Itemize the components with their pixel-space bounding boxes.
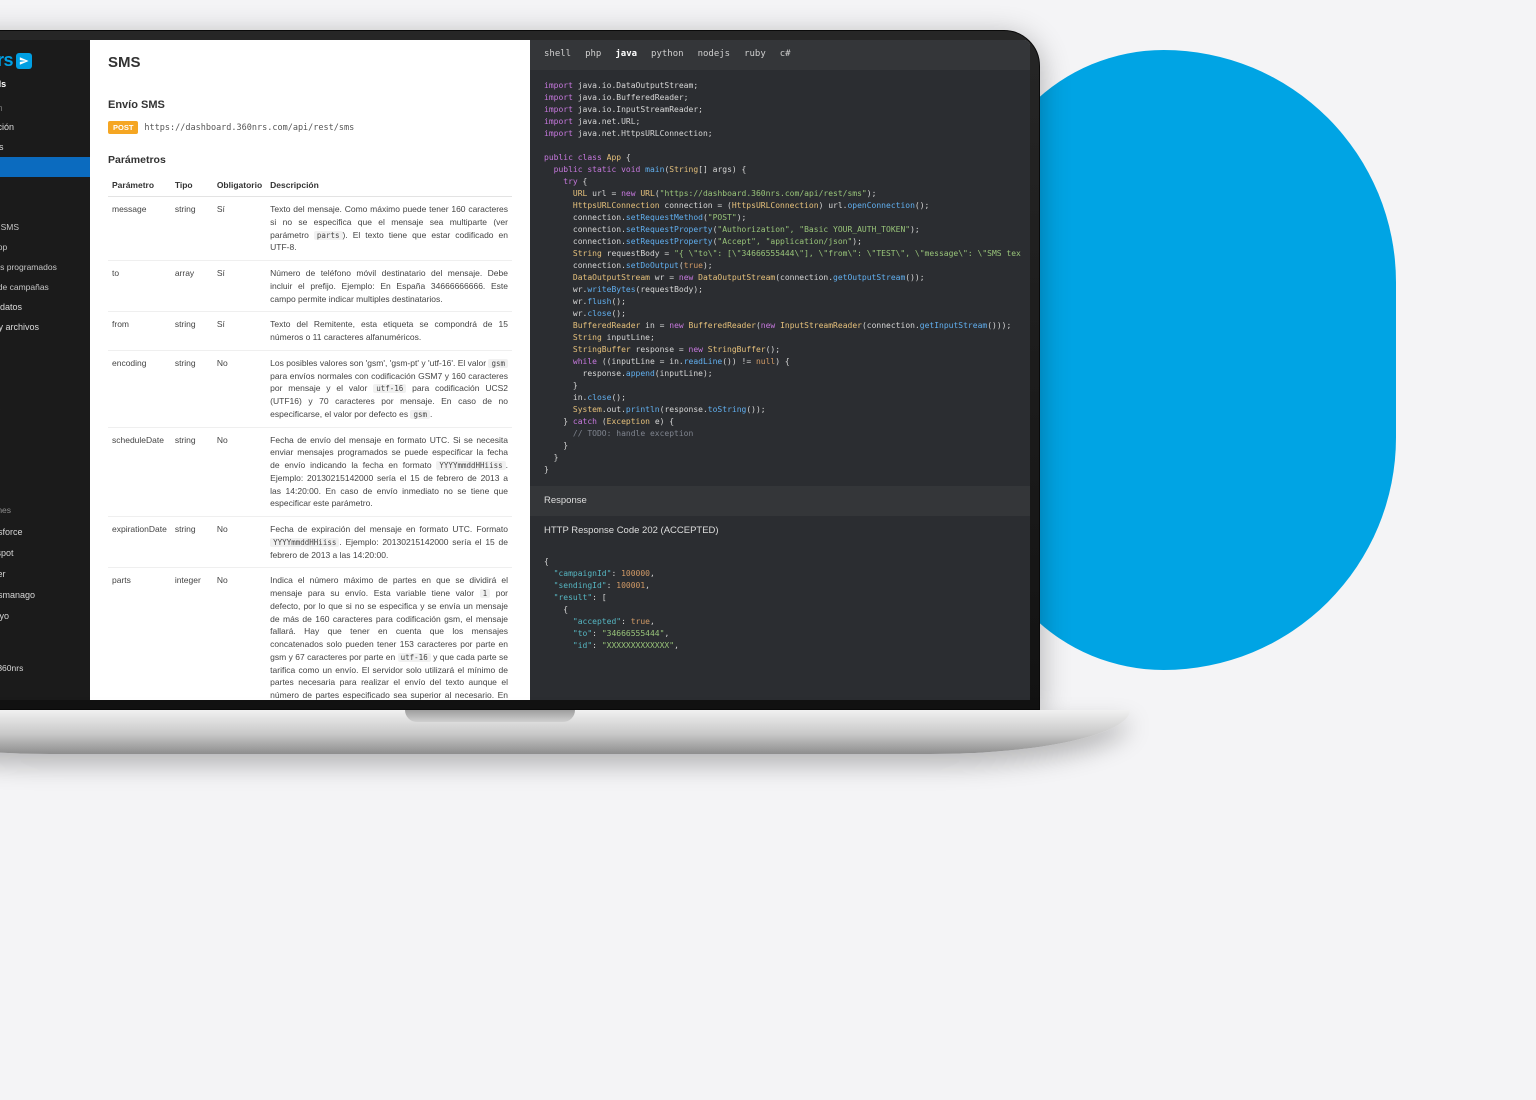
nav-plantillas-y-archivos[interactable]: Plantillas y archivos xyxy=(0,317,90,337)
smpp-header[interactable]: SMPP API xyxy=(0,467,90,489)
section-title: Envío SMS xyxy=(108,99,512,111)
doc-main: SMS Envío SMS POST https://dashboard.360… xyxy=(90,40,530,700)
nav-sub-voz[interactable]: Voz xyxy=(0,197,90,217)
params-heading: Parámetros xyxy=(108,154,512,166)
integration-label: Hubspot xyxy=(0,548,14,558)
integration-label: Zapier xyxy=(0,569,6,579)
nav-sub-listado-de-campañas[interactable]: Listado de campañas xyxy=(0,277,90,297)
logo[interactable]: 360nrs xyxy=(0,40,90,77)
logo-text: 360nrs xyxy=(0,50,13,71)
integration-zapier[interactable]: Zapier xyxy=(0,563,90,584)
nav-errores[interactable]: Errores xyxy=(0,417,90,437)
nav-cobertura[interactable]: Cobertura xyxy=(0,397,90,417)
nav-sub-whatsapp[interactable]: WhatsApp xyxy=(0,237,90,257)
table-row: encodingstringNoLos posibles valores son… xyxy=(108,350,512,427)
nav-bases-de-datos[interactable]: Bases de datos xyxy=(0,297,90,317)
access-link[interactable]: Acceso a 360nrs xyxy=(0,657,90,679)
sidebar-subtitle: REST APIs xyxy=(0,77,90,99)
doc-area: SMS Envío SMS POST https://dashboard.360… xyxy=(90,40,1030,700)
http-method-badge: POST xyxy=(108,121,138,134)
lang-tab-nodejs[interactable]: nodejs xyxy=(698,48,731,62)
nav-sub-landing-sms[interactable]: Landing SMS xyxy=(0,217,90,237)
search-box[interactable] xyxy=(0,99,90,117)
th: Descripción xyxy=(266,174,512,197)
laptop-mockup: 360nrs REST APIs AutenticaciónCampañas S… xyxy=(0,30,1130,754)
nav-sub-mensajes-programados[interactable]: Mensajes programados xyxy=(0,257,90,277)
response-json: { "campaignId": 100000, "sendingId": 100… xyxy=(530,546,1030,662)
th: Tipo xyxy=(171,174,213,197)
nav-otp[interactable]: OTP xyxy=(0,357,90,377)
response-header: Response xyxy=(530,486,1030,516)
integrations-header: Integraciones xyxy=(0,499,90,521)
language-tabs: shell phpjava python nodejs ruby c# xyxy=(530,40,1030,70)
code-block: import java.io.DataOutputStream; import … xyxy=(530,70,1030,486)
nav-anexos[interactable]: Anexos xyxy=(0,437,90,457)
lang-tab-java[interactable]: java xyxy=(615,48,637,62)
table-row: scheduleDatestringNoFecha de envío del m… xyxy=(108,427,512,517)
sidebar: 360nrs REST APIs AutenticaciónCampañas S… xyxy=(0,40,90,700)
integration-klaviyo[interactable]: Klaviyo xyxy=(0,605,90,626)
response-status: HTTP Response Code 202 (ACCEPTED) xyxy=(530,516,1030,546)
params-table: ParámetroTipoObligatorioDescripción mess… xyxy=(108,174,512,700)
integration-hubspot[interactable]: Hubspot xyxy=(0,542,90,563)
integration-label: Salesmanago xyxy=(0,590,35,600)
table-row: expirationDatestringNoFecha de expiració… xyxy=(108,517,512,568)
th: Obligatorio xyxy=(213,174,266,197)
nav-cuenta[interactable]: Cuenta xyxy=(0,377,90,397)
nav-autenticación[interactable]: Autenticación xyxy=(0,117,90,137)
nav-eventos[interactable]: Eventos xyxy=(0,337,90,357)
lang-tab-php[interactable]: php xyxy=(585,48,601,62)
table-row: fromstringSíTexto del Remitente, esta et… xyxy=(108,312,512,351)
laptop-bezel: 360nrs REST APIs AutenticaciónCampañas S… xyxy=(0,30,1040,710)
th: Parámetro xyxy=(108,174,171,197)
integration-label: Salesforce xyxy=(0,527,23,537)
lang-tab-ruby[interactable]: ruby xyxy=(744,48,766,62)
lang-tab-python[interactable]: python xyxy=(651,48,684,62)
integration-salesmanago[interactable]: Salesmanago xyxy=(0,584,90,605)
code-pane: shell phpjava python nodejs ruby c# import ja… xyxy=(530,40,1030,700)
endpoint-row: POST https://dashboard.360nrs.com/api/re… xyxy=(108,121,512,134)
integration-salesforce[interactable]: Salesforce xyxy=(0,521,90,542)
table-row: messagestringSíTexto del mensaje. Como m… xyxy=(108,197,512,261)
endpoint-url: https://dashboard.360nrs.com/api/rest/sm… xyxy=(144,123,354,133)
search-input[interactable] xyxy=(0,103,64,113)
lang-tab-c#[interactable]: c# xyxy=(780,48,791,62)
app-screen: 360nrs REST APIs AutenticaciónCampañas S… xyxy=(0,40,1030,700)
lang-tab-shell[interactable]: shell xyxy=(544,48,571,62)
send-icon xyxy=(16,53,32,69)
nav-sub-sms[interactable]: SMS xyxy=(0,157,90,177)
laptop-base xyxy=(0,710,1130,754)
integration-label: Klaviyo xyxy=(0,611,9,621)
table-row: toarraySíNúmero de teléfono móvil destin… xyxy=(108,261,512,312)
nav-campañas[interactable]: Campañas xyxy=(0,137,90,157)
page-title: SMS xyxy=(108,54,512,71)
nav-sub-email[interactable]: Email xyxy=(0,177,90,197)
table-row: partsintegerNoIndica el número máximo de… xyxy=(108,568,512,700)
language-flags xyxy=(0,626,90,657)
